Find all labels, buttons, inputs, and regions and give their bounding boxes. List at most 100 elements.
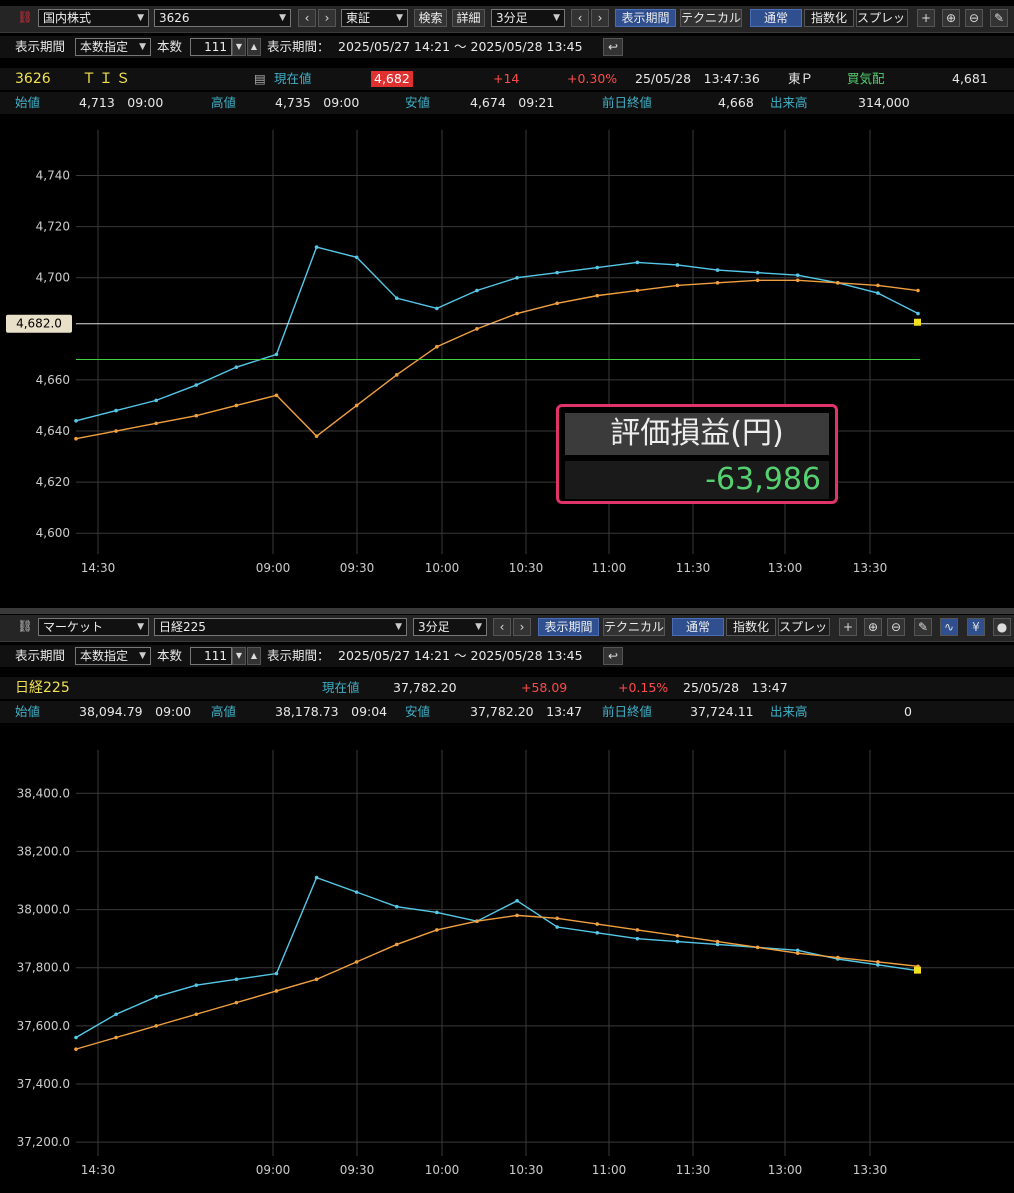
technical-button[interactable]: テクニカル <box>603 618 665 636</box>
zoom-out-icon[interactable]: ⊖ <box>887 618 905 636</box>
change-value: +14 <box>493 71 520 86</box>
series-line <box>75 914 919 1050</box>
interval-select-label: 3分足 <box>496 11 528 25</box>
search-button[interactable]: 検索 <box>414 9 447 27</box>
x-tick-label: 10:30 <box>509 1163 544 1177</box>
panel-divider[interactable] <box>0 608 1014 614</box>
index-button[interactable]: 指数化 <box>726 618 776 636</box>
low-label: 安値 <box>405 95 431 110</box>
series-point <box>314 875 319 880</box>
count-up-icon[interactable]: ▲ <box>247 647 261 665</box>
display-period-button[interactable]: 表示期間 <box>615 9 676 27</box>
wave-icon[interactable]: ∿ <box>940 618 958 636</box>
y-tick-label: 4,720 <box>36 220 70 234</box>
x-tick-label: 14:30 <box>81 561 116 575</box>
series-point <box>154 421 158 426</box>
count-down-icon[interactable]: ▼ <box>232 647 246 665</box>
zoom-in-icon[interactable]: ⊕ <box>864 618 882 636</box>
series-point <box>916 288 920 293</box>
top-chart[interactable]: 4,740 4,720 4,700 4,660 4,640 4,620 4,600 14:30… <box>0 118 1014 608</box>
series-point <box>114 408 118 413</box>
zoom-in-icon[interactable]: ⊕ <box>942 9 960 27</box>
y-tick-label: 4,620 <box>36 475 70 489</box>
y-tick-label: 4,600 <box>36 526 70 540</box>
next-arrow-icon[interactable]: › <box>318 9 336 27</box>
bottom-chart-svg[interactable]: 38,400.0 38,200.0 38,000.0 37,800.0 37,600.0… <box>0 725 1014 1190</box>
series-point <box>194 1012 199 1017</box>
prev-arrow-icon[interactable]: ‹ <box>571 9 589 27</box>
return-icon[interactable]: ↩ <box>603 38 623 56</box>
series-point <box>876 291 880 295</box>
chevron-down-icon: ▼ <box>395 622 402 632</box>
prev-close-value: 37,724.11 <box>690 704 754 719</box>
prev-arrow-icon[interactable]: ‹ <box>298 9 316 27</box>
circle-icon[interactable]: ● <box>993 618 1011 636</box>
zoom-out-icon[interactable]: ⊖ <box>965 9 983 27</box>
next-arrow-icon[interactable]: › <box>591 9 609 27</box>
display-period-button[interactable]: 表示期間 <box>538 618 599 636</box>
link-icon[interactable]: ⛓ <box>16 618 34 636</box>
series-point <box>916 311 920 316</box>
series-point <box>274 352 279 357</box>
normal-button[interactable]: 通常 <box>750 9 802 27</box>
period-select[interactable]: 本数指定 ▼ <box>75 38 151 56</box>
chevron-down-icon: ▼ <box>475 622 482 632</box>
spread-button[interactable]: スプレッド <box>778 618 830 636</box>
open-label: 始値 <box>15 95 41 110</box>
count-up-icon[interactable]: ▲ <box>247 38 261 56</box>
index-select[interactable]: 日経225 ▼ <box>154 618 407 636</box>
spread-button[interactable]: スプレッド <box>856 9 908 27</box>
interval-select[interactable]: 3分足 ▼ <box>413 618 487 636</box>
exchange-select[interactable]: 東証 ▼ <box>341 9 408 27</box>
series-point <box>74 1047 78 1051</box>
series-point <box>74 1035 78 1040</box>
count-label: 本数 <box>157 39 183 54</box>
prev-close-label: 前日終値 <box>602 95 653 110</box>
x-tick-label: 10:30 <box>509 561 544 575</box>
detail-button[interactable]: 詳細 <box>452 9 485 27</box>
crosshair-icon[interactable]: + <box>917 9 935 27</box>
index-button[interactable]: 指数化 <box>804 9 854 27</box>
code-input-value: 3626 <box>159 11 190 25</box>
last-price-marker <box>914 966 921 974</box>
yen-icon[interactable]: ¥ <box>967 618 985 636</box>
crosshair-icon[interactable]: + <box>839 618 857 636</box>
index-name: 日経225 <box>15 680 70 696</box>
series-point <box>274 393 279 398</box>
market-select[interactable]: マーケット ▼ <box>38 618 149 636</box>
series-point <box>675 933 680 938</box>
interval-select[interactable]: 3分足 ▼ <box>491 9 565 27</box>
period-select[interactable]: 本数指定 ▼ <box>75 647 151 665</box>
series-point <box>194 983 199 987</box>
count-down-icon[interactable]: ▼ <box>232 38 246 56</box>
pencil-icon[interactable]: ✎ <box>990 9 1008 27</box>
normal-button[interactable]: 通常 <box>672 618 724 636</box>
series-point <box>635 260 640 265</box>
market-select[interactable]: 国内株式 ▼ <box>38 9 149 27</box>
x-tick-label: 09:00 <box>256 1163 291 1177</box>
series-point <box>515 899 519 903</box>
count-input[interactable]: 111 <box>190 38 232 56</box>
series-point <box>755 945 760 950</box>
y-tick-label: 38,200.0 <box>17 844 70 858</box>
series-point <box>836 955 840 960</box>
document-icon[interactable]: ▤ <box>254 68 266 90</box>
count-input[interactable]: 111 <box>190 647 232 665</box>
pencil-icon[interactable]: ✎ <box>914 618 932 636</box>
return-icon[interactable]: ↩ <box>603 647 623 665</box>
current-label: 現在値 <box>322 680 360 695</box>
top-chart-svg[interactable]: 4,740 4,720 4,700 4,660 4,640 4,620 4,600 14:30… <box>0 118 1014 608</box>
index-select-label: 日経225 <box>159 620 206 634</box>
y-tick-label: 4,740 <box>36 169 70 183</box>
next-arrow-icon[interactable]: › <box>513 618 531 636</box>
series-point <box>755 270 760 275</box>
bottom-ohlc-row: 始値 38,094.79 09:00 高値 38,178.73 09:04 安値… <box>0 701 1014 723</box>
series-point <box>836 281 840 285</box>
code-input[interactable]: 3626 ▼ <box>154 9 291 27</box>
bottom-chart[interactable]: 38,400.0 38,200.0 38,000.0 37,800.0 37,600.0… <box>0 725 1014 1190</box>
change-percent: +0.15% <box>618 680 669 695</box>
y-tick-label: 4,640 <box>36 424 70 438</box>
prev-arrow-icon[interactable]: ‹ <box>493 618 511 636</box>
technical-button[interactable]: テクニカル <box>680 9 742 27</box>
link-icon[interactable]: ⛓ <box>16 9 34 27</box>
